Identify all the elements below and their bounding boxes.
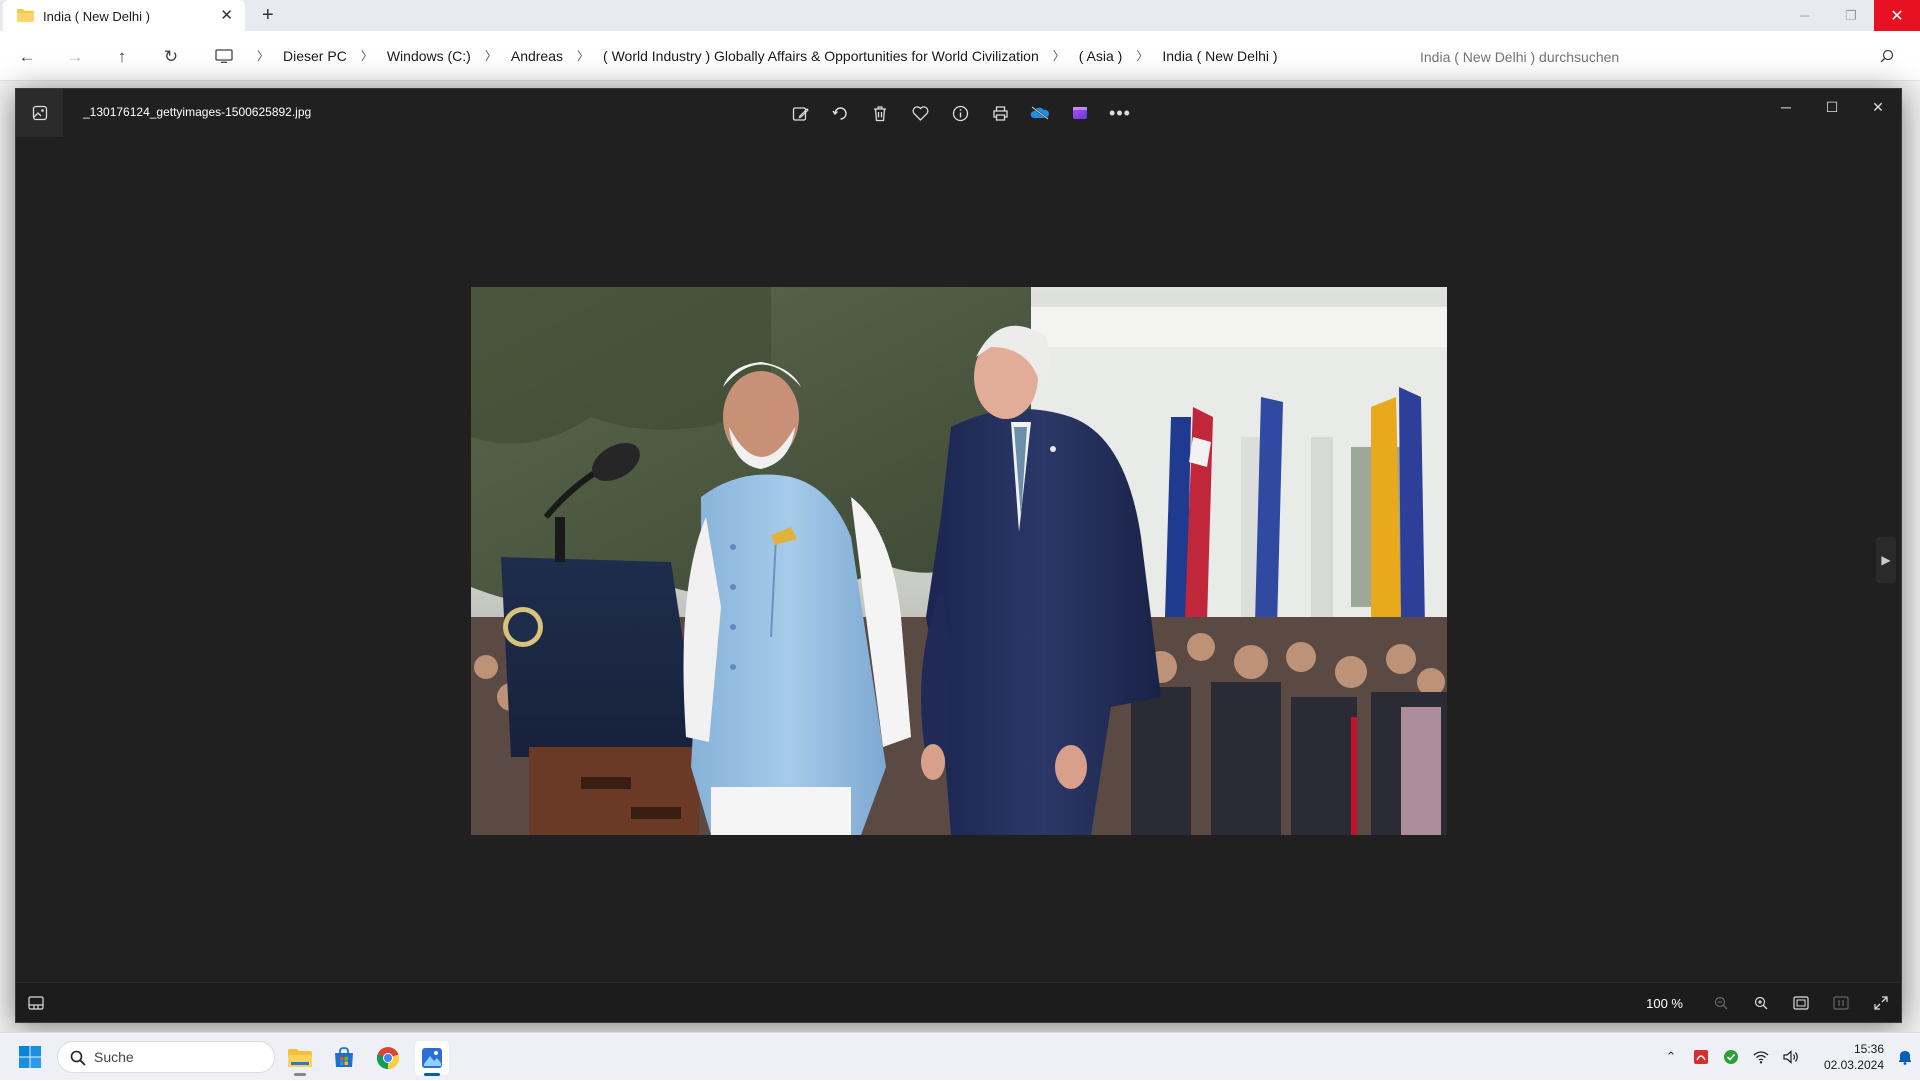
fit-to-window-icon[interactable] <box>1781 983 1821 1023</box>
search-icon <box>70 1050 86 1066</box>
breadcrumb-item[interactable]: India ( New Delhi ) <box>1162 48 1277 64</box>
back-arrow-icon[interactable]: ← <box>13 43 41 71</box>
clock-date: 02.03.2024 <box>1823 1058 1884 1072</box>
windows-start-icon[interactable] <box>18 1045 42 1069</box>
microsoft-store-icon[interactable] <box>327 1041 361 1075</box>
file-name: _130176124_gettyimages-1500625892.jpg <box>83 105 312 119</box>
displayed-photo <box>471 287 1447 835</box>
zoom-in-icon[interactable] <box>1741 983 1781 1023</box>
restore-icon[interactable]: ❐ <box>1828 0 1874 31</box>
viewer-title-bar: _130176124_gettyimages-1500625892.jpg ••… <box>16 89 1901 137</box>
folder-icon <box>17 9 34 22</box>
info-icon[interactable] <box>946 99 974 127</box>
volume-icon[interactable] <box>1776 1050 1806 1064</box>
close-icon[interactable]: ✕ <box>1855 89 1901 125</box>
file-explorer-icon[interactable] <box>283 1041 317 1076</box>
clock[interactable]: 15:36 02.03.2024 <box>1806 1041 1884 1073</box>
zoom-controls: 100 % <box>1646 983 1901 1023</box>
delete-icon[interactable] <box>866 99 894 127</box>
refresh-icon[interactable]: ↻ <box>157 43 185 71</box>
onedrive-icon[interactable] <box>1026 99 1054 127</box>
computer-icon[interactable] <box>215 48 233 63</box>
clock-time: 15:36 <box>1853 1042 1884 1056</box>
new-tab-button[interactable]: + <box>262 5 274 25</box>
actual-size-icon[interactable] <box>1821 983 1861 1023</box>
breadcrumb-item[interactable]: ( Asia ) <box>1079 48 1123 64</box>
search-input[interactable] <box>1420 48 1860 65</box>
chevron-right-icon[interactable]: 〉 <box>257 47 269 64</box>
breadcrumb: 〉 Dieser PC 〉 Windows (C:) 〉 Andreas 〉 (… <box>205 39 1395 72</box>
chevron-right-icon[interactable]: 〉 <box>485 47 497 64</box>
breadcrumb-item[interactable]: Dieser PC <box>283 48 347 64</box>
explorer-tab[interactable]: India ( New Delhi ) ✕ <box>3 0 245 32</box>
breadcrumb-item[interactable]: Windows (C:) <box>387 48 471 64</box>
chevron-right-icon[interactable]: 〉 <box>1136 47 1148 64</box>
rotate-icon[interactable] <box>826 99 854 127</box>
photos-icon[interactable] <box>415 1041 449 1076</box>
more-icon[interactable]: ••• <box>1106 99 1134 127</box>
chevron-right-icon[interactable]: 〉 <box>1053 47 1065 64</box>
viewer-footer: 100 % <box>16 982 1901 1022</box>
chevron-up-icon[interactable]: ⌃ <box>1656 1049 1686 1065</box>
filmstrip-toggle-icon[interactable] <box>16 983 56 1023</box>
forward-arrow-icon[interactable]: → <box>61 43 89 71</box>
system-tray: ⌃ 15:36 02.03.2024 <box>1656 1033 1920 1081</box>
photo-image <box>471 287 1447 835</box>
chevron-right-icon[interactable]: 〉 <box>577 47 589 64</box>
security-tray-icon[interactable] <box>1716 1049 1746 1065</box>
clipchamp-icon[interactable] <box>1066 99 1094 127</box>
print-icon[interactable] <box>986 99 1014 127</box>
explorer-tab-title: India ( New Delhi ) <box>43 9 150 24</box>
running-indicator <box>424 1073 440 1076</box>
taskbar-search[interactable]: Suche <box>57 1041 275 1073</box>
running-indicator <box>294 1073 306 1076</box>
pdf-app-tray-icon[interactable] <box>1686 1049 1716 1065</box>
breadcrumb-item[interactable]: Andreas <box>511 48 563 64</box>
explorer-search-box[interactable] <box>1408 40 1908 73</box>
favorite-icon[interactable] <box>906 99 934 127</box>
breadcrumb-item[interactable]: ( World Industry ) Globally Affairs & Op… <box>603 48 1039 64</box>
edit-image-icon[interactable] <box>786 99 814 127</box>
chevron-right-icon[interactable]: 〉 <box>361 47 373 64</box>
zoom-out-icon[interactable] <box>1701 983 1741 1023</box>
address-row: ← → ↑ ↻ 〉 Dieser PC 〉 Windows (C:) 〉 And… <box>0 31 1920 81</box>
minimize-icon[interactable]: ─ <box>1763 89 1809 125</box>
explorer-window-controls: ─ ❐ ✕ <box>1782 0 1920 31</box>
wifi-icon[interactable] <box>1746 1050 1776 1064</box>
minimize-icon[interactable]: ─ <box>1782 0 1828 31</box>
next-image-arrow-icon[interactable]: ▶ <box>1876 537 1896 583</box>
photos-viewer-window: _130176124_gettyimages-1500625892.jpg ••… <box>15 88 1902 1023</box>
viewer-toolbar: ••• <box>786 99 1134 127</box>
photos-app-icon <box>16 89 63 137</box>
zoom-level: 100 % <box>1646 995 1683 1011</box>
up-arrow-icon[interactable]: ↑ <box>108 43 136 71</box>
search-icon <box>1880 49 1894 63</box>
notification-bell-icon[interactable] <box>1890 1049 1920 1065</box>
chrome-icon[interactable] <box>371 1041 405 1075</box>
maximize-icon[interactable]: ☐ <box>1809 89 1855 125</box>
taskbar-search-label: Suche <box>94 1049 134 1065</box>
fullscreen-icon[interactable] <box>1861 983 1901 1023</box>
viewer-window-controls: ─ ☐ ✕ <box>1763 89 1901 125</box>
close-tab-icon[interactable]: ✕ <box>220 6 233 24</box>
taskbar: Suche ⌃ 15:36 02.03.2024 <box>0 1032 1920 1080</box>
close-window-icon[interactable]: ✕ <box>1874 0 1920 31</box>
explorer-tab-bar: India ( New Delhi ) ✕ + ─ ❐ ✕ <box>0 0 1920 32</box>
